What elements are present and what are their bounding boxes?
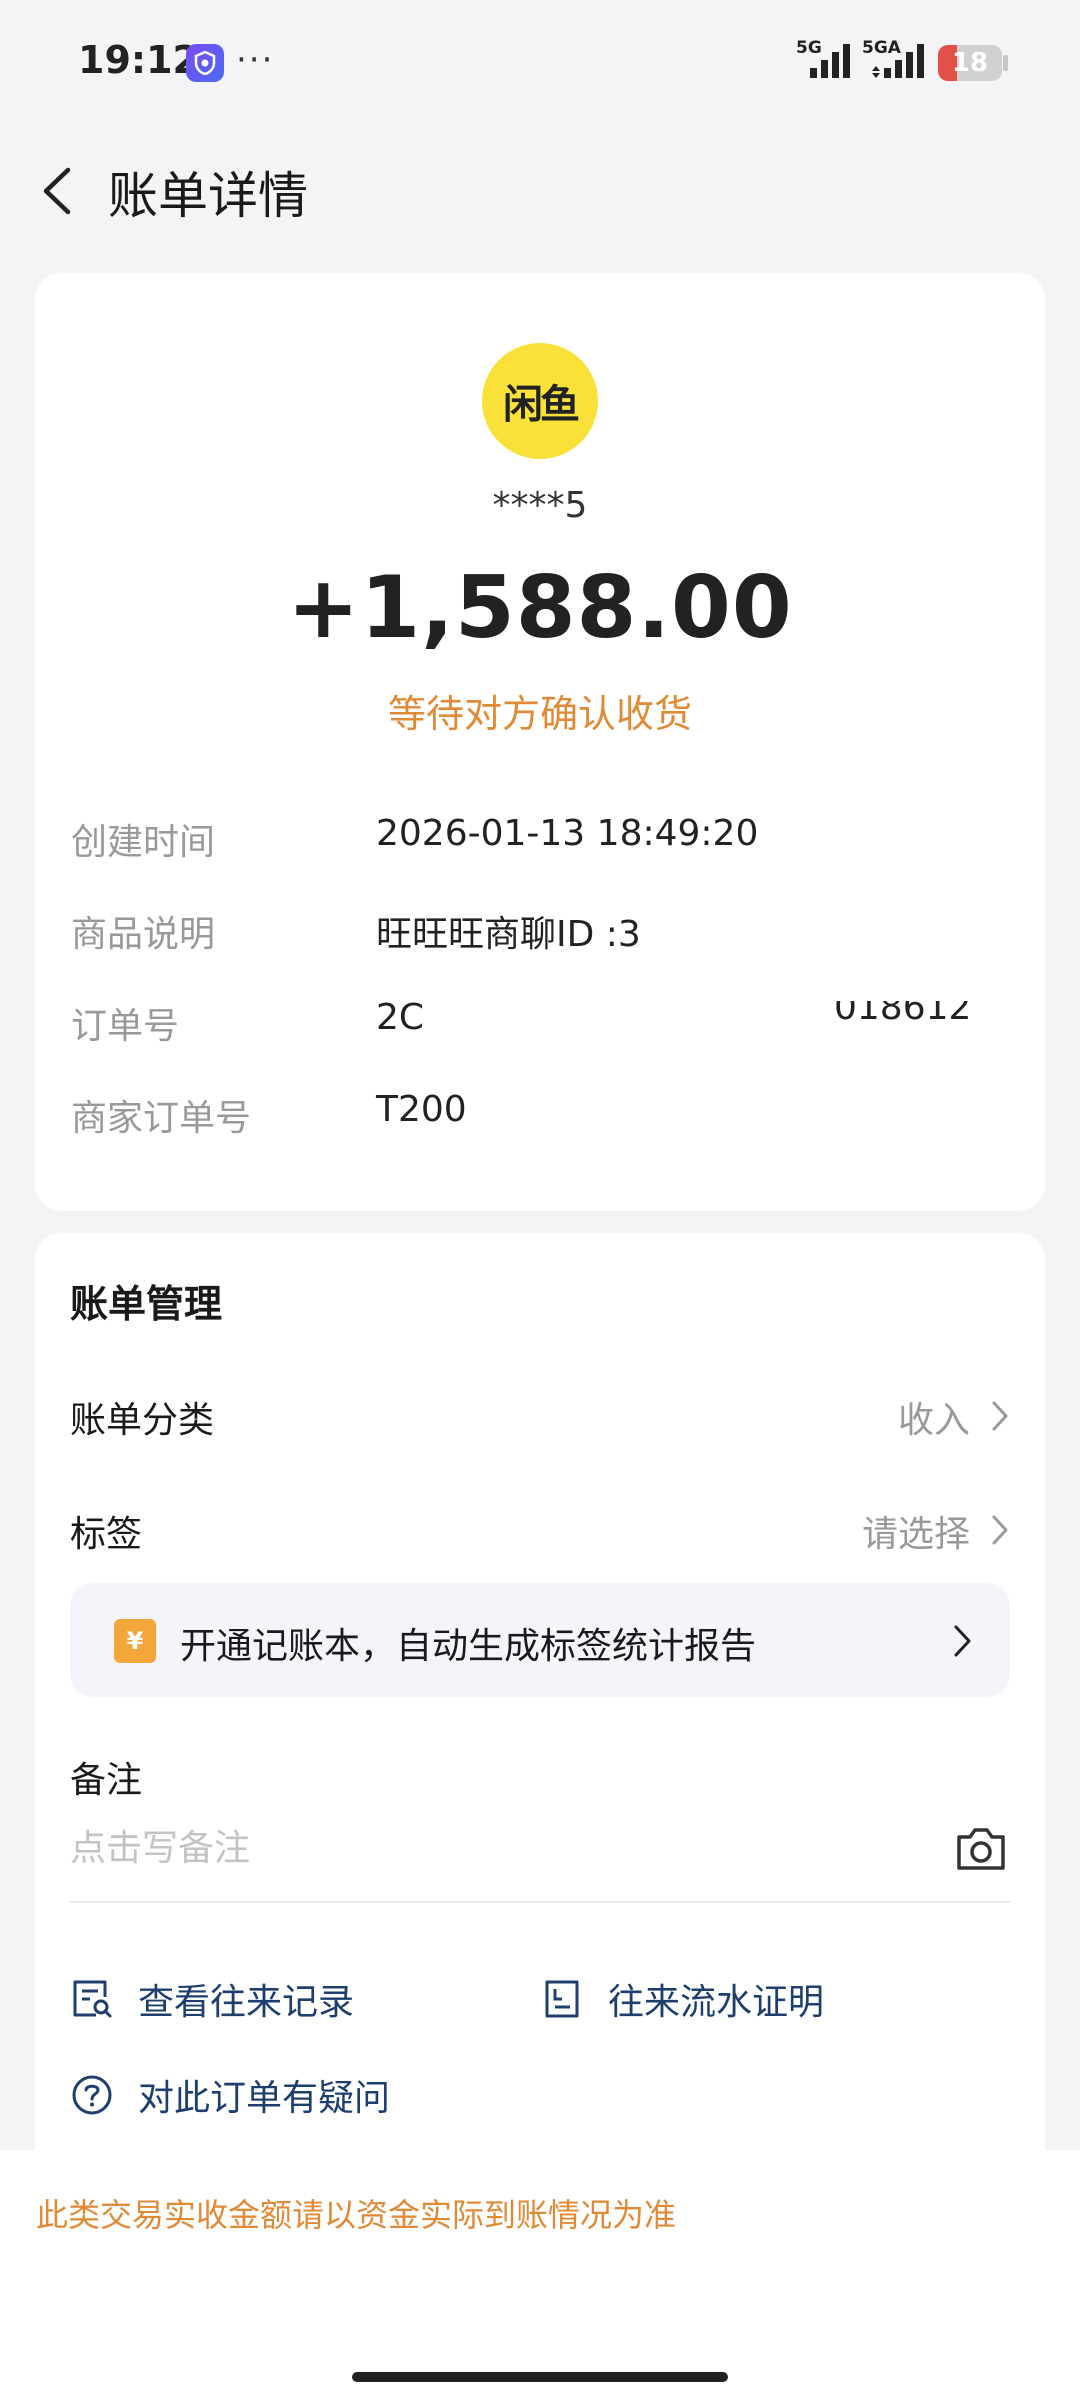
back-arrow-icon	[43, 167, 71, 215]
detail-row-created-time: 创建时间 2026-01-13 18:49:20	[71, 813, 1011, 873]
record-search-icon	[73, 1980, 112, 2018]
detail-value[interactable]: T200	[376, 1089, 467, 1130]
detail-row-merchant-order-number: 商家订单号 T200	[71, 1089, 1011, 1149]
account-book-promo-banner[interactable]: ¥ 开通记账本，自动生成标签统计报告	[70, 1583, 1010, 1697]
merchant-logo-text: 闲鱼	[503, 382, 580, 428]
link-text: 往来流水证明	[608, 1982, 825, 2023]
detail-label: 商品说明	[71, 914, 216, 955]
detail-value[interactable]: 旺旺旺商聊ID :3	[376, 905, 641, 957]
bill-management-card: 账单管理 账单分类 收入 标签 请选择 ¥ 开通记账本，自动生成标签统计报告 备…	[35, 1233, 1045, 2173]
link-text: 查看往来记录	[138, 1982, 355, 2023]
status-time: 19:12	[78, 38, 199, 82]
help-circle-icon	[72, 2075, 112, 2115]
tag-row[interactable]: 标签 请选择	[70, 1487, 1010, 1567]
camera-icon	[957, 1828, 1005, 1870]
signal-2-icon	[872, 44, 924, 78]
merchant-logo: 闲鱼	[482, 343, 598, 459]
detail-value-tail: 018612	[834, 987, 972, 1028]
header: 账单详情	[0, 126, 1080, 256]
row-value: 请选择	[861, 1514, 970, 1555]
transaction-proof-link[interactable]: 往来流水证明	[540, 1969, 880, 2029]
amount: +1,588.00	[287, 558, 793, 658]
bill-summary-card: 闲鱼 ****5 +1,588.00 等待对方确认收货 创建时间 2026-01…	[35, 273, 1045, 1211]
bill-category-row[interactable]: 账单分类 收入	[70, 1373, 1010, 1453]
detail-row-order-number: 订单号 2C 018612	[71, 997, 1011, 1057]
battery-cap	[1003, 55, 1008, 71]
chevron-right-icon	[992, 1401, 1008, 1431]
detail-label: 创建时间	[71, 822, 216, 863]
document-icon	[545, 1980, 579, 2018]
note-input[interactable]	[70, 1813, 930, 1883]
chevron-right-icon	[954, 1625, 971, 1657]
order-question-link[interactable]: 对此订单有疑问	[70, 2065, 450, 2125]
promo-text: 开通记账本，自动生成标签统计报告	[180, 1626, 757, 1667]
link-text: 对此订单有疑问	[138, 2078, 391, 2119]
merchant-name: ****5	[492, 485, 588, 526]
page-title: 账单详情	[108, 167, 308, 225]
shield-icon	[186, 44, 224, 82]
battery-level: 18	[951, 48, 989, 78]
camera-button[interactable]	[953, 1821, 1009, 1877]
signal-1-icon	[810, 44, 850, 78]
section-title: 账单管理	[70, 1282, 223, 1326]
disclaimer-panel: 此类交易实收金额请以资金实际到账情况为准	[0, 2150, 1080, 2400]
detail-label: 商家订单号	[71, 1098, 252, 1139]
detail-row-description: 商品说明 旺旺旺商聊ID :3	[71, 905, 1011, 965]
back-button[interactable]	[30, 156, 100, 226]
row-value: 收入	[897, 1400, 970, 1441]
detail-label: 订单号	[71, 1006, 180, 1047]
row-label: 标签	[70, 1514, 143, 1555]
battery-icon: 18	[938, 45, 1002, 81]
home-indicator[interactable]	[352, 2372, 728, 2382]
detail-value[interactable]: 2C	[376, 997, 424, 1038]
disclaimer-text: 此类交易实收金额请以资金实际到账情况为准	[36, 2196, 677, 2234]
transaction-status: 等待对方确认收货	[387, 692, 692, 736]
view-history-link[interactable]: 查看往来记录	[70, 1969, 410, 2029]
more-notifications-icon: ···	[236, 40, 275, 80]
row-label: 账单分类	[70, 1400, 215, 1441]
note-divider	[70, 1901, 1010, 1903]
detail-value[interactable]: 2026-01-13 18:49:20	[376, 813, 758, 854]
note-label: 备注	[70, 1760, 143, 1801]
yuan-ticket-icon: ¥	[114, 1619, 156, 1663]
status-bar: 19:12 ··· 5G 5GA 18	[0, 0, 1080, 126]
chevron-right-icon	[992, 1515, 1008, 1545]
